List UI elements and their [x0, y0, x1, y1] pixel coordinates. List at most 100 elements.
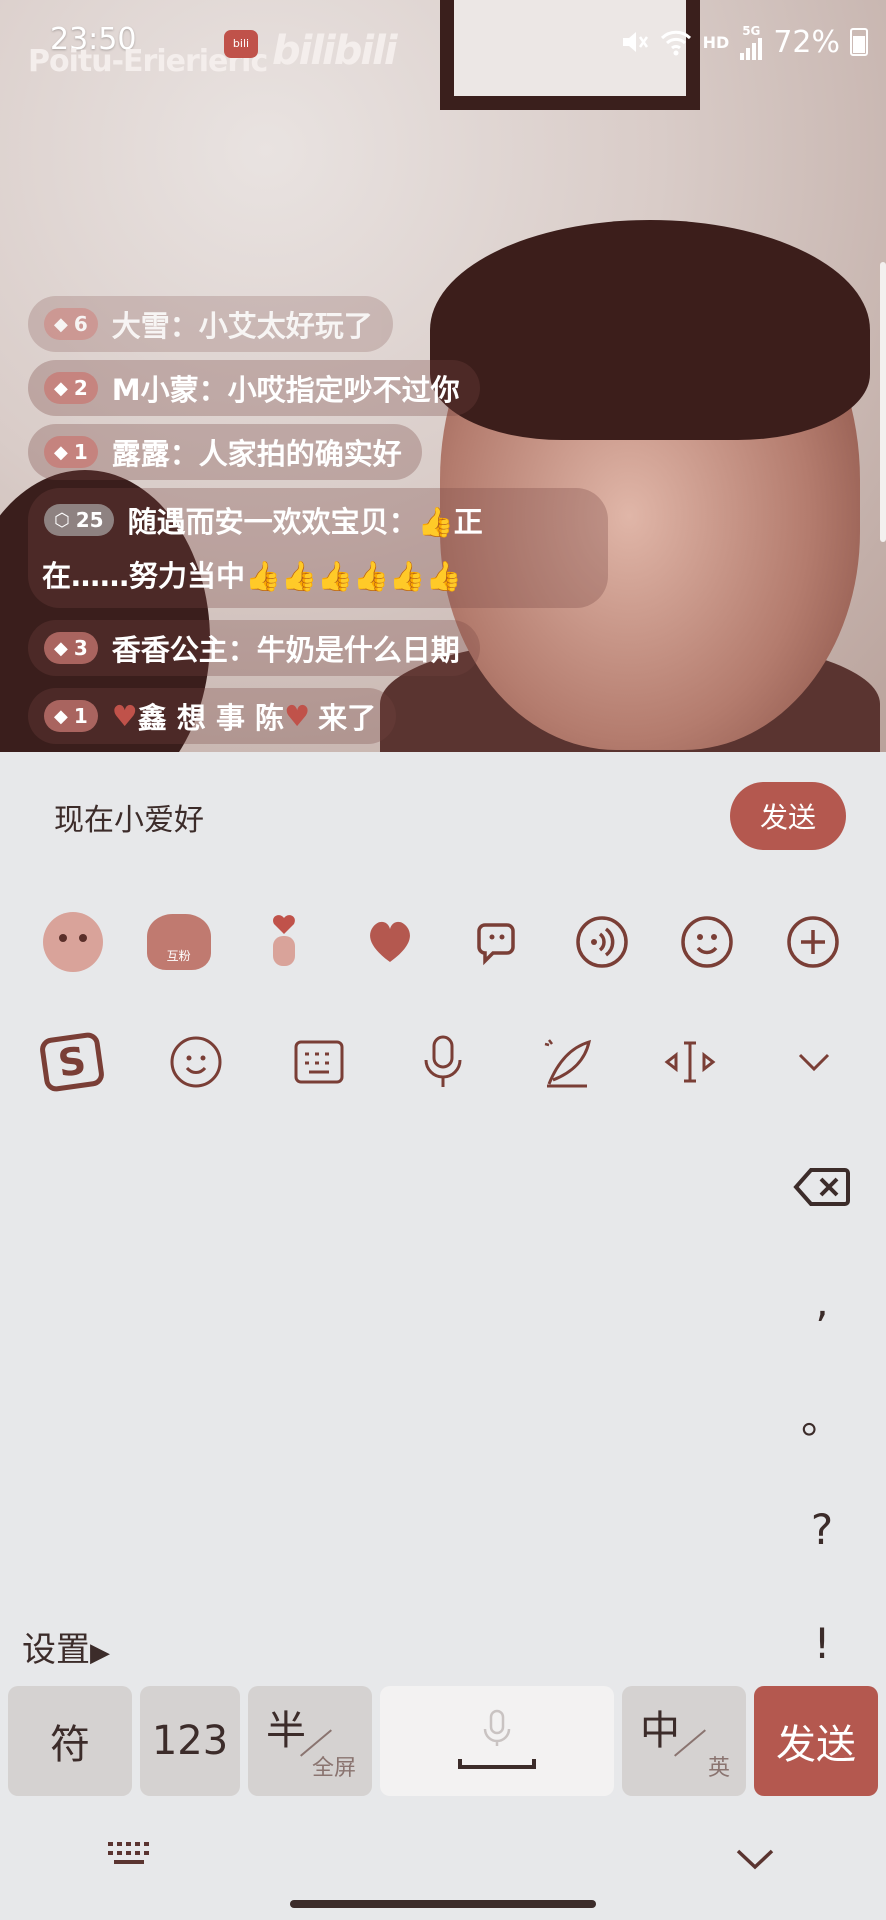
keyboard-switch-icon[interactable] — [106, 1838, 152, 1868]
cursor-arrows-icon — [664, 1041, 716, 1083]
bilibili-logo: bilibili — [272, 28, 398, 74]
shield-icon: ⬡ — [54, 509, 70, 531]
ime-toolbar: S — [0, 1002, 886, 1122]
more-button[interactable] — [780, 909, 846, 975]
chat-text: 来了 — [318, 701, 377, 735]
comment-input-bar: 发送 — [0, 752, 886, 882]
space-key[interactable] — [380, 1686, 614, 1796]
sogou-logo-button[interactable]: S — [37, 1027, 107, 1097]
level-badge: ◆ 1 — [44, 700, 98, 732]
settings-label: 设置 — [22, 1630, 90, 1670]
smiley-icon — [170, 1036, 222, 1088]
streamer-hair — [430, 220, 870, 440]
cursor-move-button[interactable] — [655, 1027, 725, 1097]
chat-text: 小哎指定吵不过你 — [227, 373, 460, 407]
laugh-face-icon — [42, 912, 103, 972]
finger-heart-icon — [273, 915, 296, 966]
heart-icon: ♥ — [284, 699, 311, 733]
emoji-heart[interactable] — [357, 909, 423, 975]
keyboard-send-key[interactable]: 发送 — [754, 1686, 878, 1796]
mute-icon — [622, 32, 648, 52]
keyboard-layout-button[interactable] — [284, 1027, 354, 1097]
status-icons: HD 5G 72% — [619, 24, 868, 60]
keyboard-bottom-row: 符 123 半 全屏 中 英 发送 — [8, 1686, 878, 1798]
symbol-key[interactable]: 符 — [8, 1686, 132, 1796]
chat-message[interactable]: ◆ 1 ♥ 鑫 想 事 陈 ♥ 来了 — [28, 688, 397, 744]
edge-handle[interactable] — [880, 262, 886, 542]
level-badge: ◆ 6 — [44, 308, 98, 340]
chat-text: 👍正 — [417, 505, 483, 539]
number-key[interactable]: 123 — [140, 1686, 240, 1796]
network-type: HD — [702, 32, 730, 52]
chat-username: 随遇而安一欢欢宝贝 — [127, 505, 389, 539]
bear-badge-icon: 互粉 — [146, 914, 211, 970]
diamond-icon: ◆ — [54, 313, 68, 335]
diamond-icon: ◆ — [54, 705, 68, 727]
fan-badge: ⬡ 25 — [44, 504, 114, 536]
diamond-icon: ◆ — [54, 441, 68, 463]
sound-wave-icon — [575, 916, 628, 968]
ime-emoji-button[interactable] — [161, 1027, 231, 1097]
chat-message[interactable]: ◆ 3 香香公主：牛奶是什么日期 — [28, 620, 480, 676]
voice-effect-button[interactable] — [569, 909, 635, 975]
level-badge: ◆ 2 — [44, 372, 98, 404]
send-button[interactable]: 发送 — [730, 782, 846, 850]
emoji-picker-button[interactable] — [674, 909, 740, 975]
microphone-icon — [424, 1035, 462, 1087]
chat-text: 小艾太好玩了 — [198, 309, 373, 343]
chinese-label: 中 — [640, 1708, 680, 1754]
emoji-finger-heart[interactable] — [251, 909, 317, 975]
chat-message[interactable]: ⬡ 25 随遇而安一欢欢宝贝： 👍正 在……努力当中👍👍👍👍👍👍 — [28, 488, 608, 608]
chat-text: 牛奶是什么日期 — [256, 633, 460, 667]
punct-key-period[interactable]: 。 — [782, 1358, 862, 1472]
chat-username: 大雪 — [111, 309, 170, 343]
chevron-down-icon — [799, 1053, 830, 1072]
voice-input-button[interactable] — [408, 1027, 478, 1097]
chat-username: 露露 — [111, 437, 170, 471]
home-indicator[interactable] — [290, 1900, 596, 1908]
heart-icon — [370, 921, 411, 962]
chat-message[interactable]: ◆ 6 大雪：小艾太好玩了 — [28, 296, 393, 352]
handwriting-button[interactable] — [532, 1027, 602, 1097]
smiley-icon — [681, 916, 734, 968]
chat-text: 人家拍的确实好 — [198, 437, 402, 471]
battery-percent: 72% — [773, 24, 840, 60]
chat-text-continued: 在……努力当中👍👍👍👍👍👍 — [42, 559, 462, 593]
collapse-toolbar-button[interactable] — [779, 1027, 849, 1097]
punctuation-column: , 。 ? ! — [782, 1130, 862, 1700]
emoji-mutual-fans[interactable]: 互粉 — [146, 909, 212, 975]
backspace-icon — [793, 1168, 850, 1206]
space-mic-icon — [458, 1709, 536, 1769]
backspace-key[interactable] — [782, 1130, 862, 1244]
signal-icon — [740, 38, 763, 60]
emoji-bar: 互粉 — [0, 882, 886, 1002]
hide-keyboard-chevron-icon[interactable] — [734, 1846, 776, 1872]
heart-icon: ♥ — [111, 699, 138, 733]
english-label: 英 — [707, 1756, 730, 1781]
zh-en-toggle-key[interactable]: 中 英 — [622, 1686, 746, 1796]
chat-username: 香香公主 — [111, 633, 228, 667]
punct-key-question[interactable]: ? — [782, 1472, 862, 1586]
live-video[interactable]: 23:50 Poitu-Erierieric bili bilibili HD … — [0, 0, 886, 752]
half-full-width-key[interactable]: 半 全屏 — [248, 1686, 372, 1796]
punct-key-exclaim[interactable]: ! — [782, 1586, 862, 1700]
settings-button[interactable]: 设置▶ — [22, 1622, 110, 1671]
sogou-s-icon: S — [38, 1031, 106, 1093]
comment-input[interactable] — [52, 798, 652, 835]
triangle-right-icon: ▶ — [90, 1638, 110, 1668]
half-width-label: 半 — [266, 1708, 306, 1754]
diamond-icon: ◆ — [54, 637, 68, 659]
emoji-laugh-cry[interactable] — [40, 909, 106, 975]
level-badge: ◆ 1 — [44, 436, 98, 468]
level-badge: ◆ 3 — [44, 632, 98, 664]
punct-key-comma[interactable]: , — [782, 1244, 862, 1358]
sticker-icon — [477, 923, 515, 966]
bear-badge-label: 互粉 — [166, 949, 191, 963]
sticker-button[interactable] — [463, 909, 529, 975]
battery-icon — [850, 28, 868, 56]
bilibili-badge-icon: bili — [224, 30, 258, 58]
feather-pen-icon — [544, 1039, 591, 1088]
chat-message[interactable]: ◆ 2 M小蒙：小哎指定吵不过你 — [28, 360, 480, 416]
chat-username: M小蒙 — [111, 373, 199, 407]
chat-message[interactable]: ◆ 1 露露：人家拍的确实好 — [28, 424, 422, 480]
